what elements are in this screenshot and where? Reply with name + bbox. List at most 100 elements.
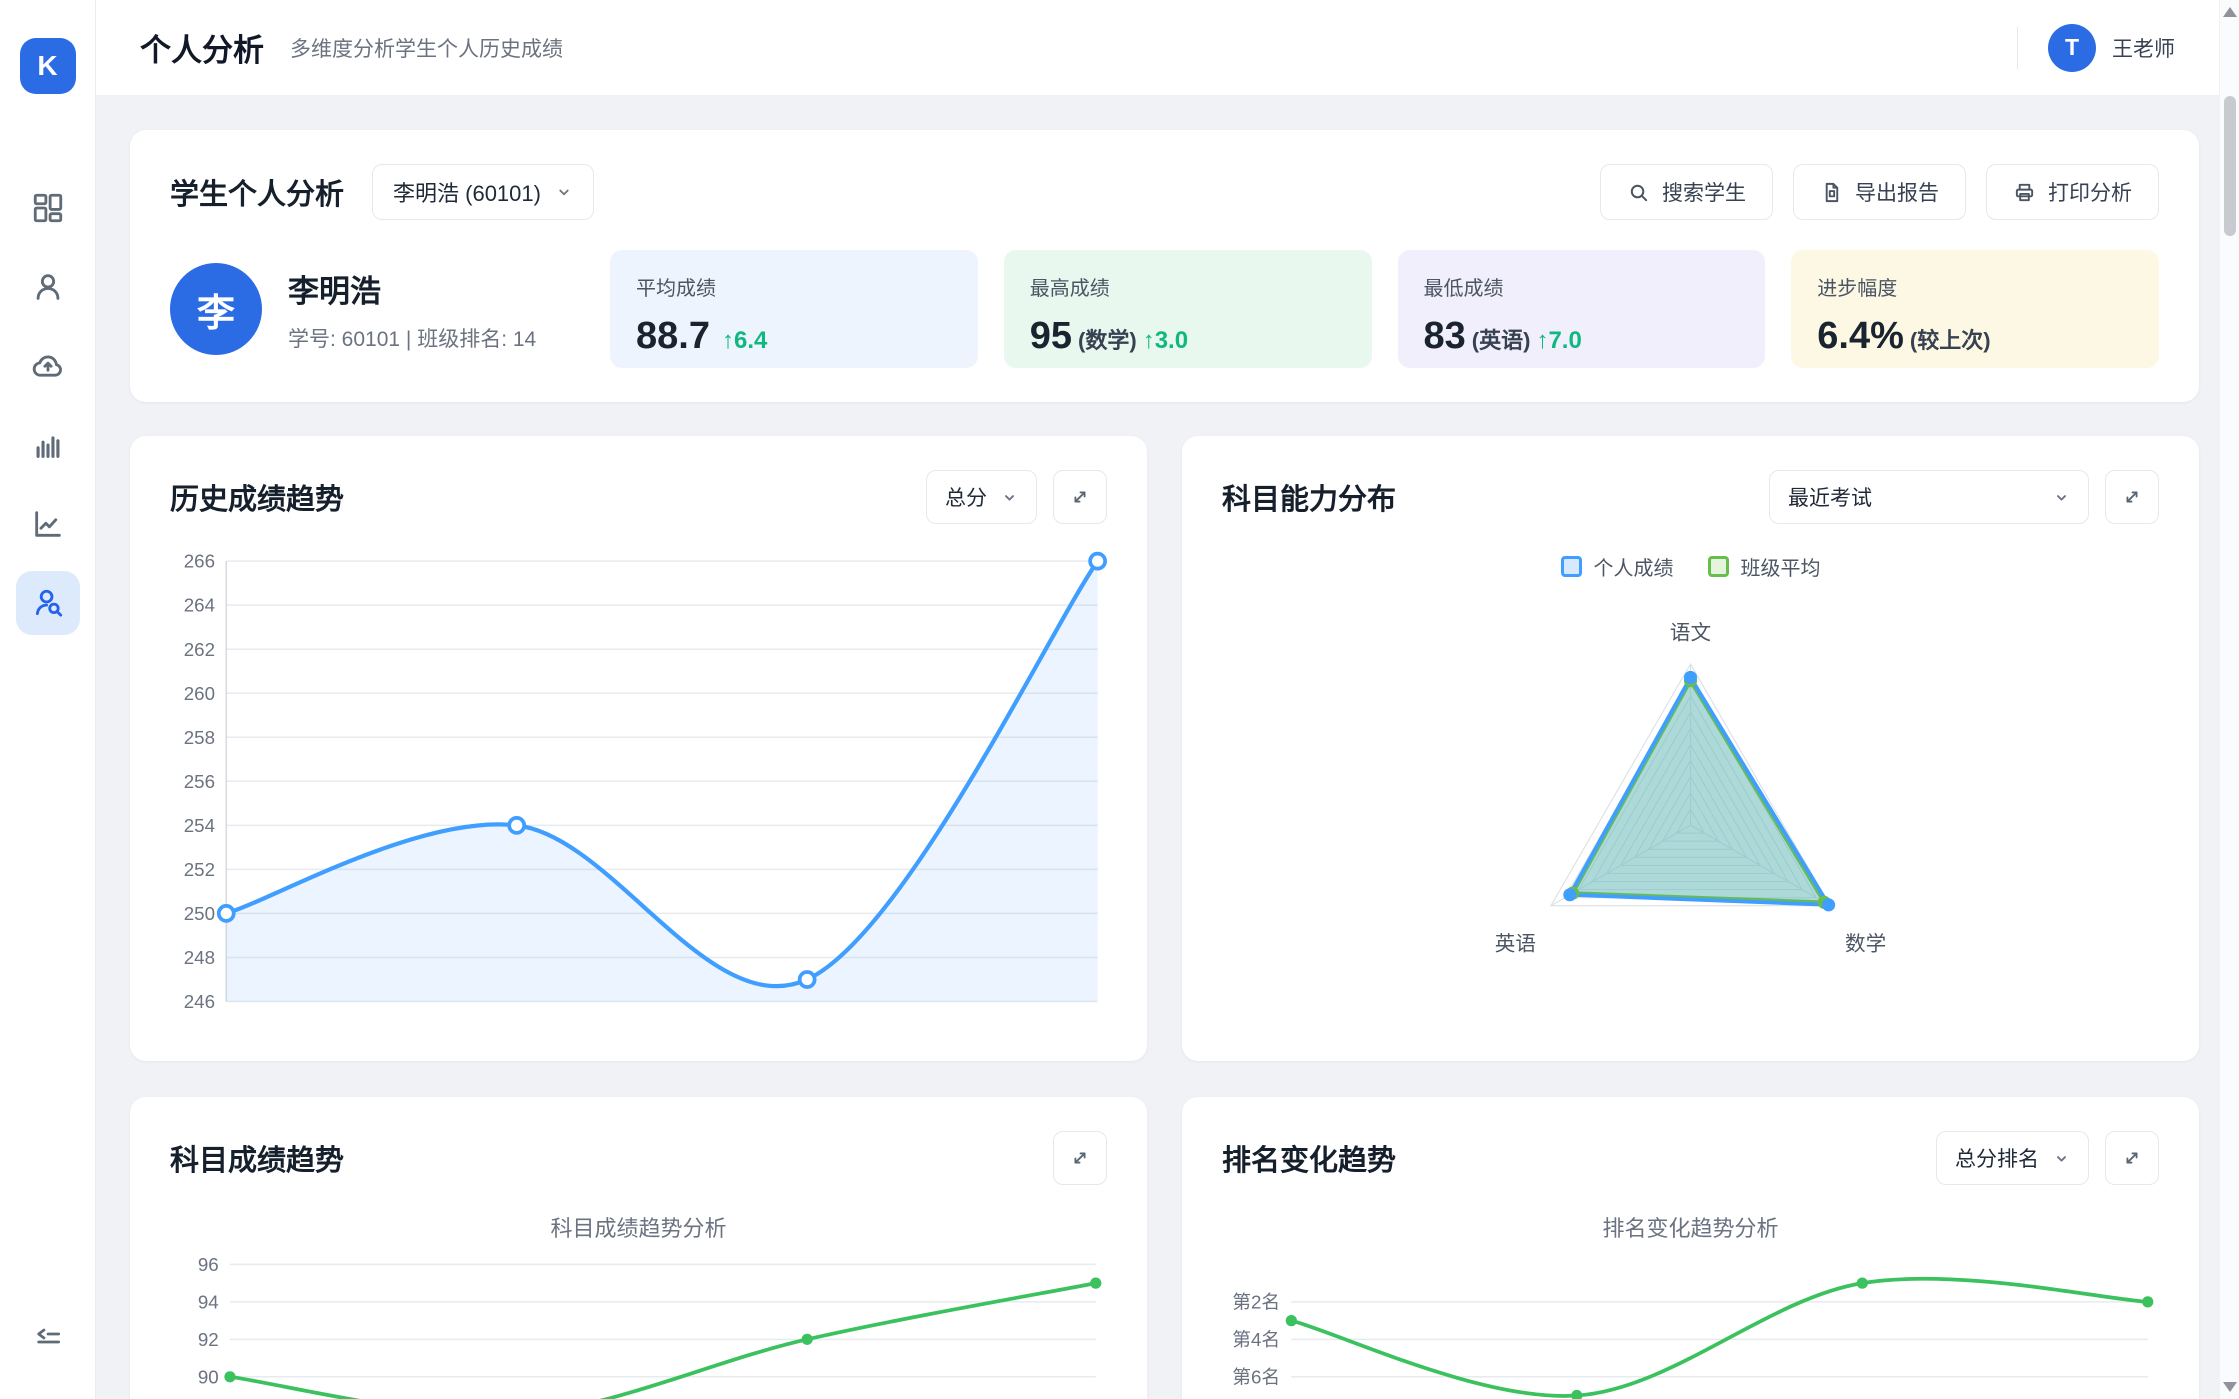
page-title: 个人分析 [140,25,264,70]
history-expand-button[interactable] [1053,470,1107,524]
stat-annotation: (英语) [1472,323,1531,355]
history-metric-select[interactable]: 总分 [926,470,1037,524]
legend-swatch-personal [1561,556,1582,577]
svg-text:264: 264 [184,595,215,616]
history-trend-card: 历史成绩趋势 总分 [130,436,1147,1061]
stat-progress: 进步幅度 6.4% (较上次) [1791,250,2159,368]
stat-label: 最高成绩 [1030,272,1346,301]
student-overview-card: 学生个人分析 李明浩 (60101) 搜索学生 [130,130,2199,402]
sidebar-item-personal-analysis[interactable] [16,571,80,635]
expand-icon [2121,1147,2143,1169]
collapse-icon [32,1320,64,1352]
stat-delta: ↑7.0 [1536,327,1581,355]
rank-type-select[interactable]: 总分排名 [1936,1131,2089,1185]
subject-trend-title: 科目成绩趋势 [170,1137,344,1179]
legend-label: 班级平均 [1741,552,1821,581]
app-logo[interactable]: K [20,38,76,94]
expand-icon [2121,486,2143,508]
svg-text:语文: 语文 [1670,622,1711,645]
svg-text:第6名: 第6名 [1232,1366,1280,1387]
legend-item-class-average[interactable]: 班级平均 [1708,552,1821,581]
stat-value: 95 [1030,315,1072,358]
stat-delta: ↑3.0 [1143,327,1188,355]
svg-text:250: 250 [184,903,215,924]
sidebar-item-upload[interactable] [16,334,80,398]
sidebar-item-bar-stats[interactable] [16,413,80,477]
svg-text:260: 260 [184,683,215,704]
svg-text:94: 94 [198,1291,219,1312]
legend-item-personal[interactable]: 个人成绩 [1561,552,1674,581]
stat-label: 平均成绩 [636,272,952,301]
sidebar-item-dashboard[interactable] [16,176,80,240]
header-user-area: T 王老师 [2017,24,2175,72]
stat-label: 进步幅度 [1817,272,2133,301]
stats-row: 平均成绩 88.7 ↑6.4 最高成绩 95 (数学) ↑3.0 [610,250,2159,368]
cloud-upload-icon [31,349,65,383]
stat-annotation: (数学) [1078,323,1137,355]
export-report-button[interactable]: 导出报告 [1793,164,1966,220]
rank-type-value: 总分排名 [1955,1143,2039,1173]
stat-label: 最低成绩 [1424,272,1740,301]
scrollbar-thumb[interactable] [2224,96,2236,236]
svg-text:96: 96 [198,1255,219,1275]
sidebar-collapse-button[interactable] [16,1309,80,1363]
sidebar-item-students[interactable] [16,255,80,319]
user-avatar[interactable]: T [2048,24,2096,72]
exam-select[interactable]: 最近考试 [1769,470,2089,524]
chevron-down-icon [555,183,573,201]
student-avatar: 李 [170,263,262,355]
main-content: 学生个人分析 李明浩 (60101) 搜索学生 [96,96,2219,1399]
exam-select-value: 最近考试 [1788,482,1872,512]
bar-chart-icon [31,428,65,462]
rank-trend-title: 排名变化趋势 [1222,1137,1396,1179]
svg-text:256: 256 [184,771,215,792]
subject-expand-button[interactable] [1053,1131,1107,1185]
student-select[interactable]: 李明浩 (60101) [372,164,594,220]
stat-highest-score: 最高成绩 95 (数学) ↑3.0 [1004,250,1372,368]
svg-text:266: 266 [184,551,215,572]
trend-icon [31,507,65,541]
scrollbar-down-arrow[interactable] [2223,1382,2237,1392]
page-subtitle: 多维度分析学生个人历史成绩 [290,33,563,63]
subject-trend-card: 科目成绩趋势 科目成绩趋势分析 969492908886 [130,1097,1147,1399]
legend-label: 个人成绩 [1594,552,1674,581]
svg-text:第2名: 第2名 [1232,1291,1280,1312]
radar-chart: 语文数学英语 [1222,589,2159,1039]
dashboard-icon [31,191,65,225]
rank-expand-button[interactable] [2105,1131,2159,1185]
subject-ability-card: 科目能力分布 最近考试 [1182,436,2199,1061]
sidebar: K [0,0,96,1399]
svg-text:252: 252 [184,859,215,880]
student-select-value: 李明浩 (60101) [393,176,541,208]
user-search-icon [31,586,65,620]
document-icon [1820,181,1843,204]
chevron-down-icon [2053,1150,2070,1167]
scrollbar-up-arrow[interactable] [2223,7,2237,17]
expand-icon [1069,1147,1091,1169]
sidebar-nav [16,176,80,650]
search-student-button[interactable]: 搜索学生 [1600,164,1773,220]
student-profile: 李 李明浩 学号: 60101 | 班级排名: 14 [170,263,610,355]
svg-text:254: 254 [184,815,215,836]
export-report-label: 导出报告 [1855,177,1939,207]
header: 个人分析 多维度分析学生个人历史成绩 T 王老师 [96,0,2219,96]
page-scrollbar[interactable] [2219,0,2239,1399]
stat-annotation: (较上次) [1910,323,1991,355]
chevron-down-icon [1001,489,1018,506]
stat-average-score: 平均成绩 88.7 ↑6.4 [610,250,978,368]
legend-swatch-class-average [1708,556,1729,577]
stat-delta: ↑6.4 [722,327,767,355]
svg-text:第4名: 第4名 [1232,1329,1280,1350]
svg-text:262: 262 [184,639,215,660]
subject-ability-title: 科目能力分布 [1222,476,1396,518]
subject-chart: 969492908886 [170,1255,1107,1399]
svg-text:数学: 数学 [1845,933,1886,956]
search-icon [1627,181,1650,204]
sidebar-item-trends[interactable] [16,492,80,556]
svg-text:248: 248 [184,947,215,968]
svg-text:258: 258 [184,727,215,748]
print-analysis-button[interactable]: 打印分析 [1986,164,2159,220]
stat-value: 6.4% [1817,315,1904,358]
radar-expand-button[interactable] [2105,470,2159,524]
history-metric-value: 总分 [945,482,987,512]
